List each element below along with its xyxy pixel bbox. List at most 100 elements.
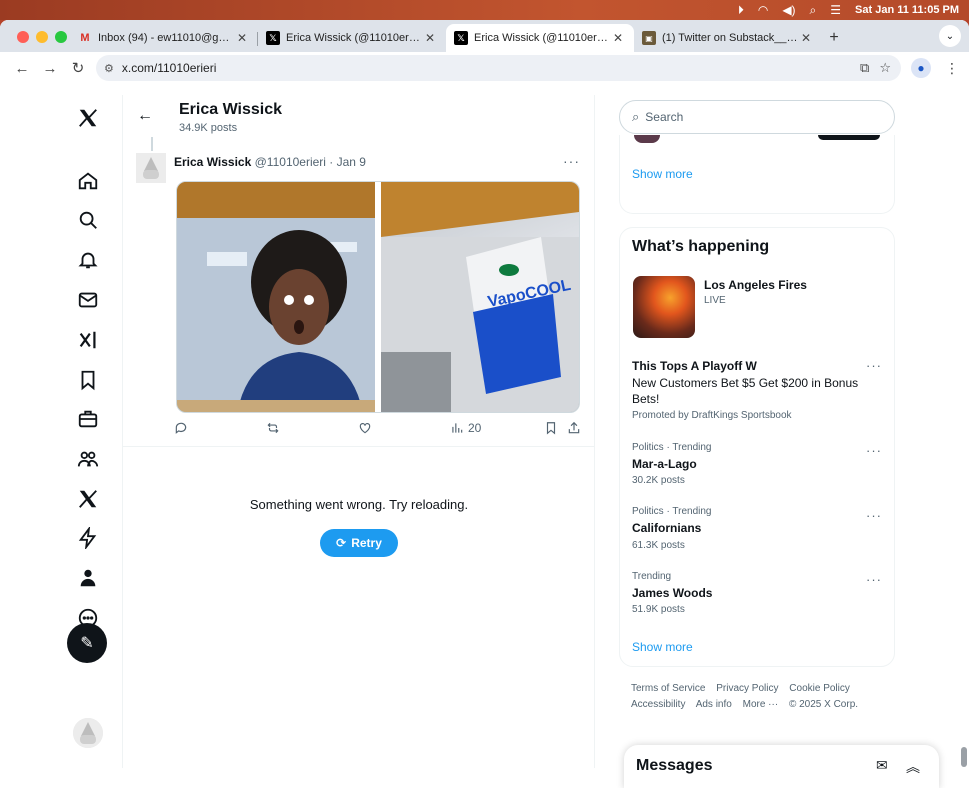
premium-x-icon[interactable] <box>75 486 101 512</box>
like-heart-icon[interactable] <box>358 421 372 435</box>
show-more-link[interactable]: Show more <box>632 167 693 181</box>
wifi-icon[interactable]: ◠ <box>758 4 768 16</box>
search-input[interactable]: ⌕ Search <box>619 100 895 134</box>
communities-icon[interactable] <box>75 446 101 472</box>
tweet-more-icon[interactable]: ··· <box>563 153 580 169</box>
media-image-vapocool-package[interactable]: VapoCOOL <box>381 182 579 412</box>
trend-name[interactable]: Californians <box>632 521 701 535</box>
trend-more-icon[interactable]: ··· <box>866 572 882 587</box>
notifications-bell-icon[interactable] <box>75 247 101 273</box>
back-arrow-icon[interactable]: ← <box>8 54 36 82</box>
trend-count: 51.9K posts <box>632 604 685 615</box>
privacy-link[interactable]: Privacy Policy <box>716 683 778 694</box>
tab-title: Inbox (94) - ew11010@gmail.c <box>98 32 234 44</box>
explore-search-icon[interactable] <box>75 207 101 233</box>
trend-name[interactable]: James Woods <box>632 586 712 600</box>
bookmark-tweet-icon[interactable] <box>544 421 558 435</box>
la-fires-thumbnail[interactable] <box>633 276 695 338</box>
bookmark-star-icon[interactable]: ☆ <box>879 60 891 76</box>
url-text[interactable]: x.com/11010erieri <box>122 61 217 75</box>
bookmarks-icon[interactable] <box>75 367 101 393</box>
menubar-clock[interactable]: Sat Jan 11 11:05 PM <box>855 4 959 16</box>
tweet-media[interactable]: VapoCOOL <box>176 181 580 413</box>
promo-more-icon[interactable]: ··· <box>866 358 882 373</box>
new-tab-button[interactable]: + <box>822 24 846 52</box>
control-center-icon[interactable]: ☰ <box>830 4 841 16</box>
page-scrollbar[interactable] <box>961 747 967 767</box>
media-play-icon[interactable]: ⏵ <box>738 4 744 16</box>
repost-icon[interactable] <box>266 421 280 435</box>
spotlight-search-icon[interactable]: ⌕ <box>810 4 817 16</box>
tweet-header: Erica Wissick @11010erieri · Jan 9 <box>174 155 366 169</box>
messages-envelope-icon[interactable] <box>75 287 101 313</box>
install-app-icon[interactable]: ⧉ <box>860 60 869 76</box>
who-to-follow-card: Show more <box>619 135 895 214</box>
close-window-button[interactable] <box>17 31 29 43</box>
grok-icon[interactable] <box>75 327 101 353</box>
tweet-handle-date[interactable]: @11010erieri · Jan 9 <box>255 155 366 169</box>
cookie-link[interactable]: Cookie Policy <box>789 683 850 694</box>
gmail-icon: M <box>80 32 90 44</box>
browser-toolbar: ← → ↻ ⚙ x.com/11010erieri ⧉ ☆ ● ⋮ <box>0 52 969 84</box>
profile-person-icon[interactable] <box>75 565 101 591</box>
share-icon[interactable] <box>567 421 581 435</box>
minimize-window-button[interactable] <box>36 31 48 43</box>
suggested-user-avatar[interactable] <box>634 135 660 143</box>
trend-more-icon[interactable]: ··· <box>866 443 882 458</box>
close-tab-icon[interactable]: ✕ <box>234 31 250 45</box>
feather-plus-icon: ✎ <box>80 635 94 652</box>
promo-body[interactable]: New Customers Bet $5 Get $200 in Bonus B… <box>632 375 872 407</box>
reply-icon[interactable] <box>174 421 188 435</box>
tab-x-profile-active[interactable]: 𝕏 Erica Wissick (@11010erieri) / ✕ <box>446 24 634 52</box>
ads-info-link[interactable]: Ads info <box>696 699 732 710</box>
home-icon[interactable] <box>75 168 101 194</box>
address-bar[interactable]: ⚙ x.com/11010erieri ⧉ ☆ <box>96 55 901 81</box>
follow-button[interactable] <box>818 135 880 140</box>
accessibility-link[interactable]: Accessibility <box>631 699 685 710</box>
messages-drawer[interactable]: Messages ✉ ︽ <box>624 745 939 788</box>
close-tab-icon[interactable]: ✕ <box>610 31 626 45</box>
close-tab-icon[interactable]: ✕ <box>798 31 814 45</box>
terms-link[interactable]: Terms of Service <box>631 683 705 694</box>
copyright: © 2025 X Corp. <box>788 699 859 710</box>
forward-arrow-icon[interactable]: → <box>36 54 64 82</box>
x-logo-icon[interactable] <box>75 105 101 131</box>
profile-post-count: 34.9K posts <box>179 122 238 134</box>
tab-search-dropdown-icon[interactable]: ⌄ <box>939 25 961 47</box>
volume-icon[interactable]: ◀︎) <box>782 4 795 16</box>
show-more-link[interactable]: Show more <box>632 640 693 654</box>
tab-title: Erica Wissick (@11010erieri) / <box>474 32 610 44</box>
account-avatar[interactable] <box>73 718 103 748</box>
media-image-woman-surprised[interactable] <box>177 182 375 412</box>
tab-x-profile[interactable]: 𝕏 Erica Wissick (@11010erieri) / ✕ <box>258 24 446 52</box>
trend-more-icon[interactable]: ··· <box>866 508 882 523</box>
zoom-window-button[interactable] <box>55 31 67 43</box>
tab-gmail[interactable]: M Inbox (94) - ew11010@gmail.c ✕ <box>70 24 258 52</box>
new-message-icon[interactable]: ✉ <box>876 757 888 774</box>
tweet-author-name[interactable]: Erica Wissick <box>174 155 251 169</box>
left-navigation: ✎ <box>0 95 123 768</box>
close-tab-icon[interactable]: ✕ <box>422 31 438 45</box>
back-arrow-icon[interactable]: ← <box>137 107 153 125</box>
compose-post-button[interactable]: ✎ <box>67 623 107 663</box>
retry-button[interactable]: ⟳ Retry <box>320 529 398 557</box>
jobs-briefcase-icon[interactable] <box>75 406 101 432</box>
browser-menu-icon[interactable]: ⋮ <box>945 60 959 77</box>
views-value: 20 <box>468 421 482 435</box>
reload-icon[interactable]: ↻ <box>64 54 92 82</box>
whats-happening-title: What’s happening <box>632 238 770 255</box>
right-sidebar: ⌕ Search Show more What’s happening Los … <box>596 95 969 788</box>
more-link[interactable]: More ··· <box>743 699 779 710</box>
live-event-title[interactable]: Los Angeles Fires <box>704 278 807 292</box>
tab-title: Erica Wissick (@11010erieri) / <box>286 32 422 44</box>
profile-avatar-icon[interactable]: ● <box>911 58 931 78</box>
expand-chevrons-icon[interactable]: ︽ <box>906 757 920 777</box>
tab-substack[interactable]: ▣ (1) Twitter on Substack__La ✕ <box>634 24 822 52</box>
verified-orgs-lightning-icon[interactable] <box>75 525 101 551</box>
trend-name[interactable]: Mar-a-Lago <box>632 457 697 471</box>
tweet-author-avatar[interactable] <box>136 153 166 183</box>
views-count[interactable]: 20 <box>450 421 481 435</box>
promo-title[interactable]: This Tops A Playoff W <box>632 359 757 373</box>
site-info-icon[interactable]: ⚙ <box>104 62 114 75</box>
search-placeholder: Search <box>645 110 684 124</box>
